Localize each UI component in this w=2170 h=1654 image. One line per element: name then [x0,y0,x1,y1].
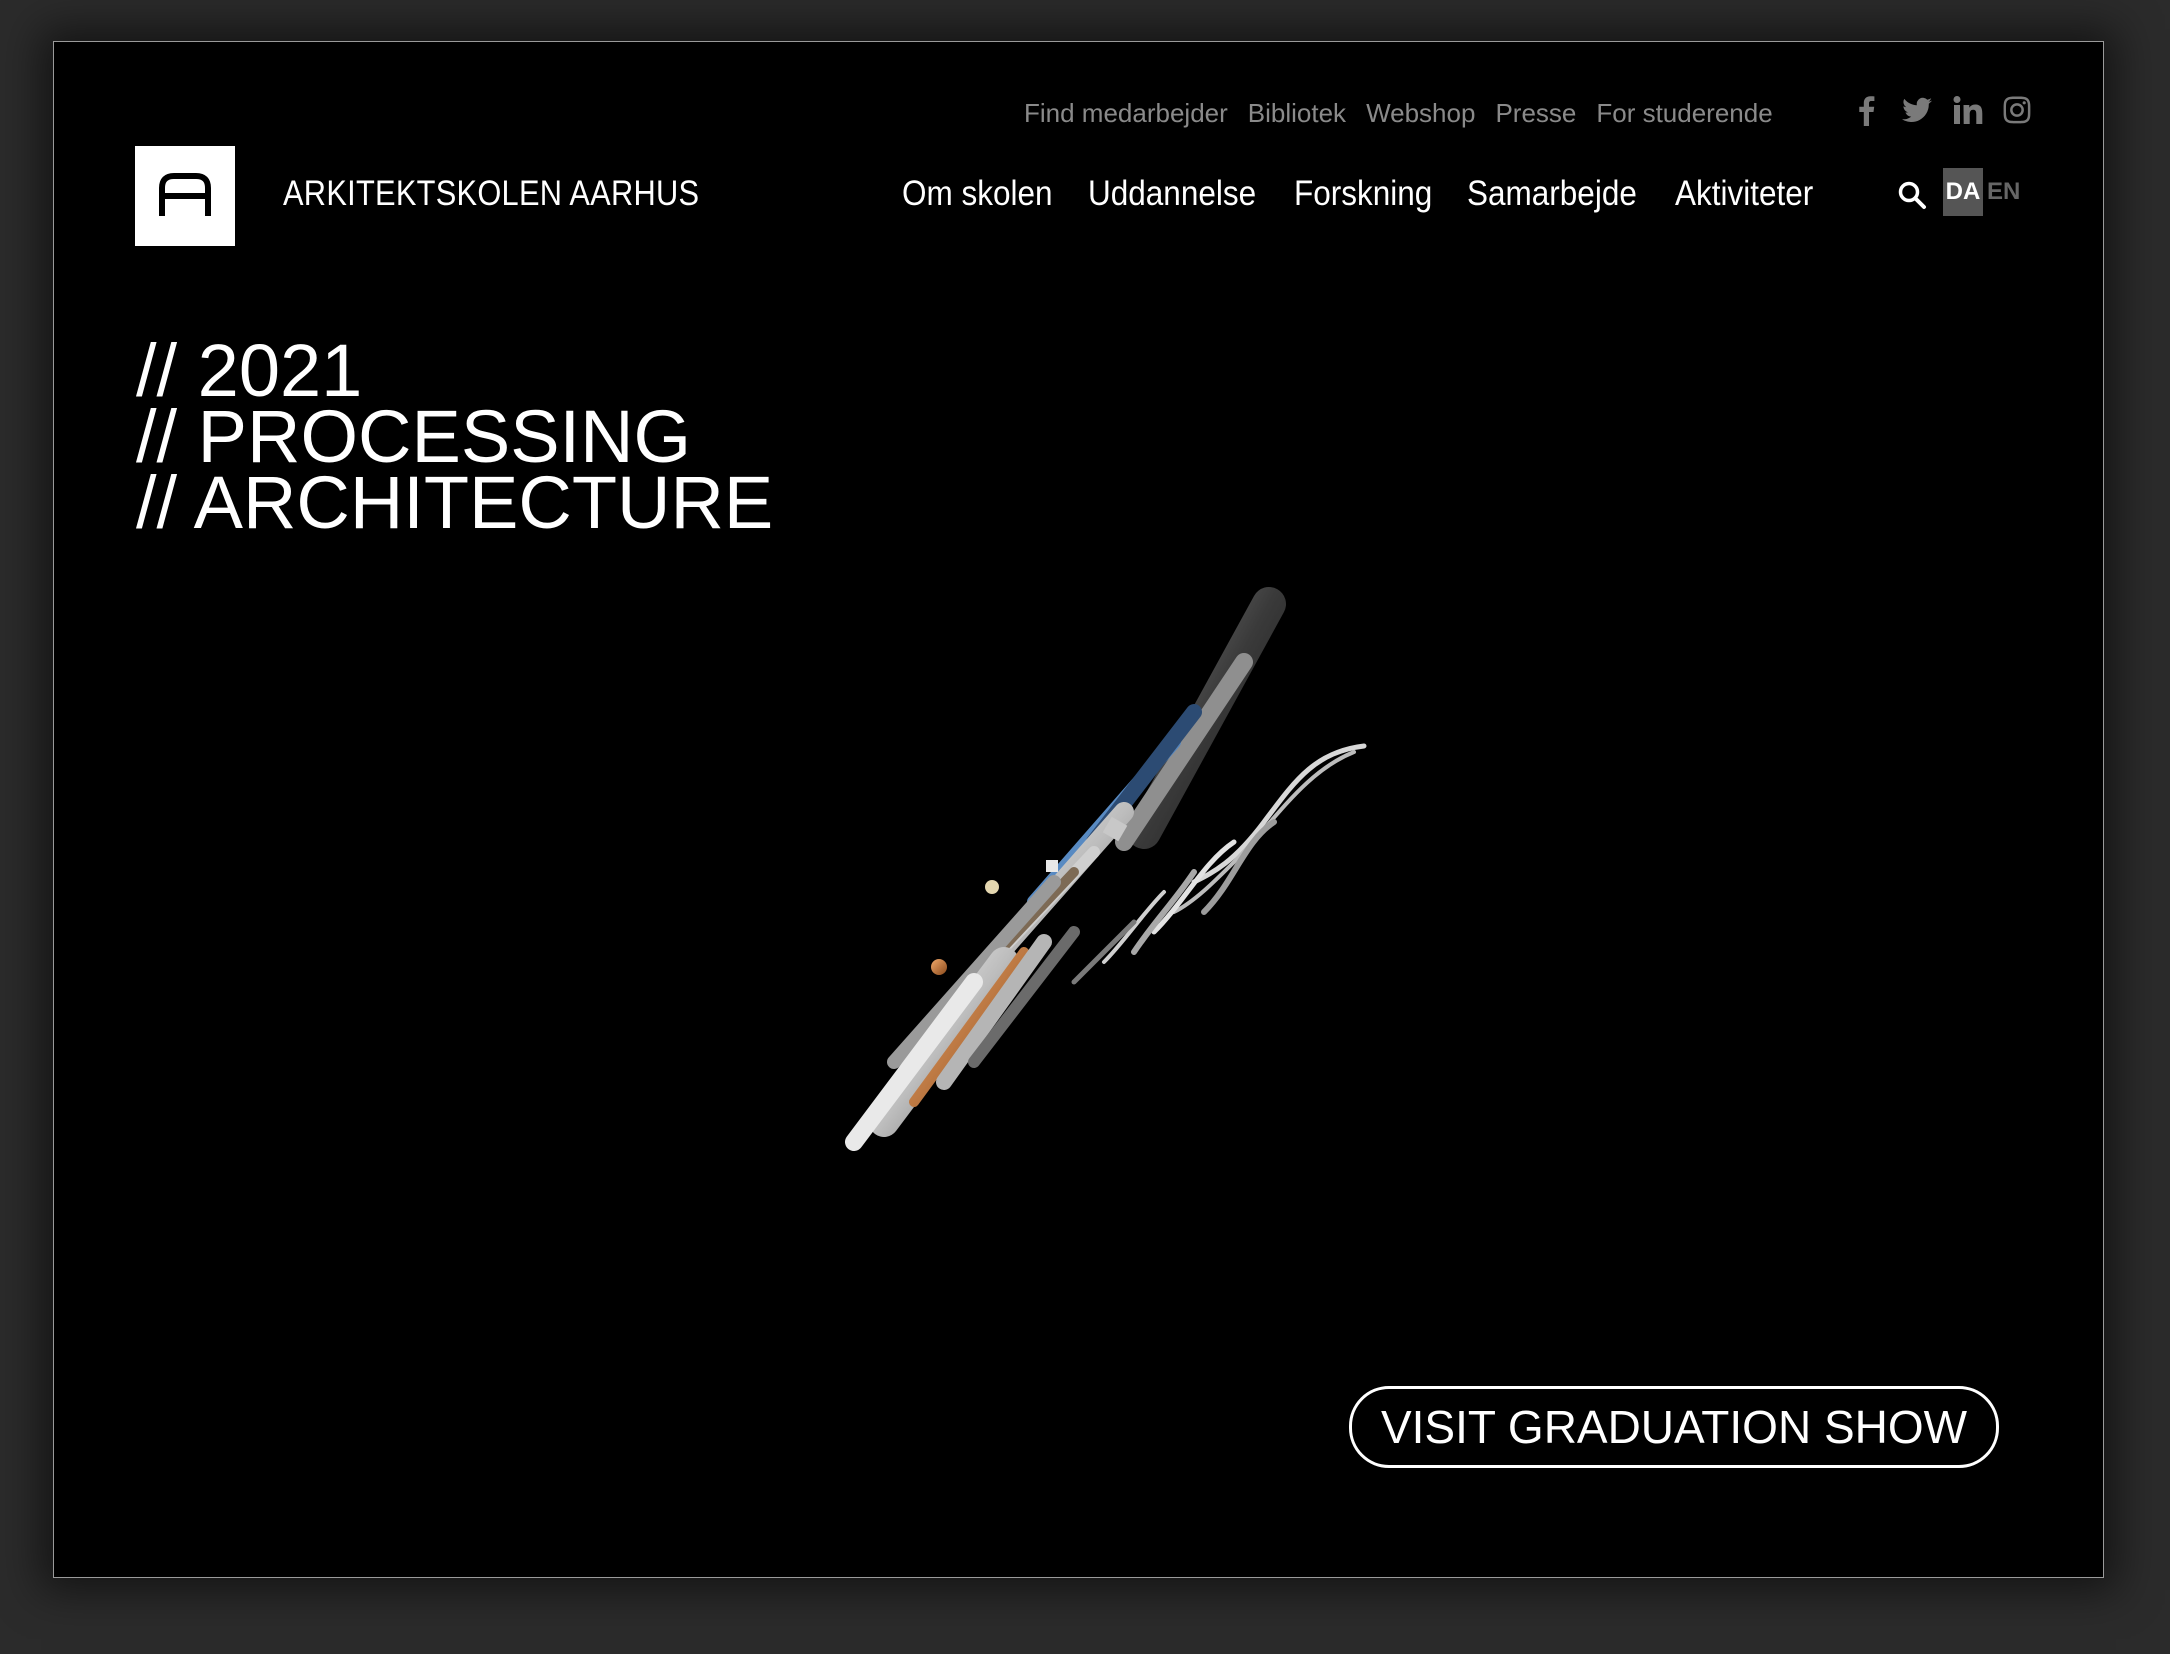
facebook-icon[interactable] [1851,94,1883,126]
utility-nav: Find medarbejder Bibliotek Webshop Press… [1024,98,1773,129]
linkedin-icon[interactable] [1951,94,1983,126]
utility-link-for-studerende[interactable]: For studerende [1596,98,1772,129]
page-frame: Find medarbejder Bibliotek Webshop Press… [53,41,2104,1578]
nav-forskning[interactable]: Forskning [1294,174,1432,214]
nav-samarbejde[interactable]: Samarbejde [1467,174,1637,214]
school-logo[interactable] [135,146,235,246]
hero-material-sculpture-image [845,587,1367,1151]
utility-link-find-medarbejder[interactable]: Find medarbejder [1024,98,1228,129]
utility-link-bibliotek[interactable]: Bibliotek [1248,98,1346,129]
utility-link-presse[interactable]: Presse [1495,98,1576,129]
brand-name[interactable]: ARKITEKTSKOLEN AARHUS [283,174,699,214]
main-nav: Om skolen Uddannelse Forskning Samarbejd… [902,174,1814,214]
instagram-icon[interactable] [2001,94,2033,126]
search-icon[interactable] [1896,179,1928,211]
hero-title: // 2021 // PROCESSING // ARCHITECTURE [136,334,774,544]
twitter-icon[interactable] [1901,94,1933,126]
visit-graduation-show-button[interactable]: VISIT GRADUATION SHOW [1349,1386,1999,1468]
nav-aktiviteter[interactable]: Aktiviteter [1675,174,1813,214]
hero-title-line-architecture: // ARCHITECTURE [136,461,774,544]
logo-a-mark-icon [159,173,211,216]
language-da-button[interactable]: DA [1943,168,1983,216]
nav-uddannelse[interactable]: Uddannelse [1088,174,1256,214]
nav-om-skolen[interactable]: Om skolen [902,174,1053,214]
utility-link-webshop[interactable]: Webshop [1366,98,1475,129]
language-en-button[interactable]: EN [1987,168,2020,216]
social-links [1851,94,2033,126]
